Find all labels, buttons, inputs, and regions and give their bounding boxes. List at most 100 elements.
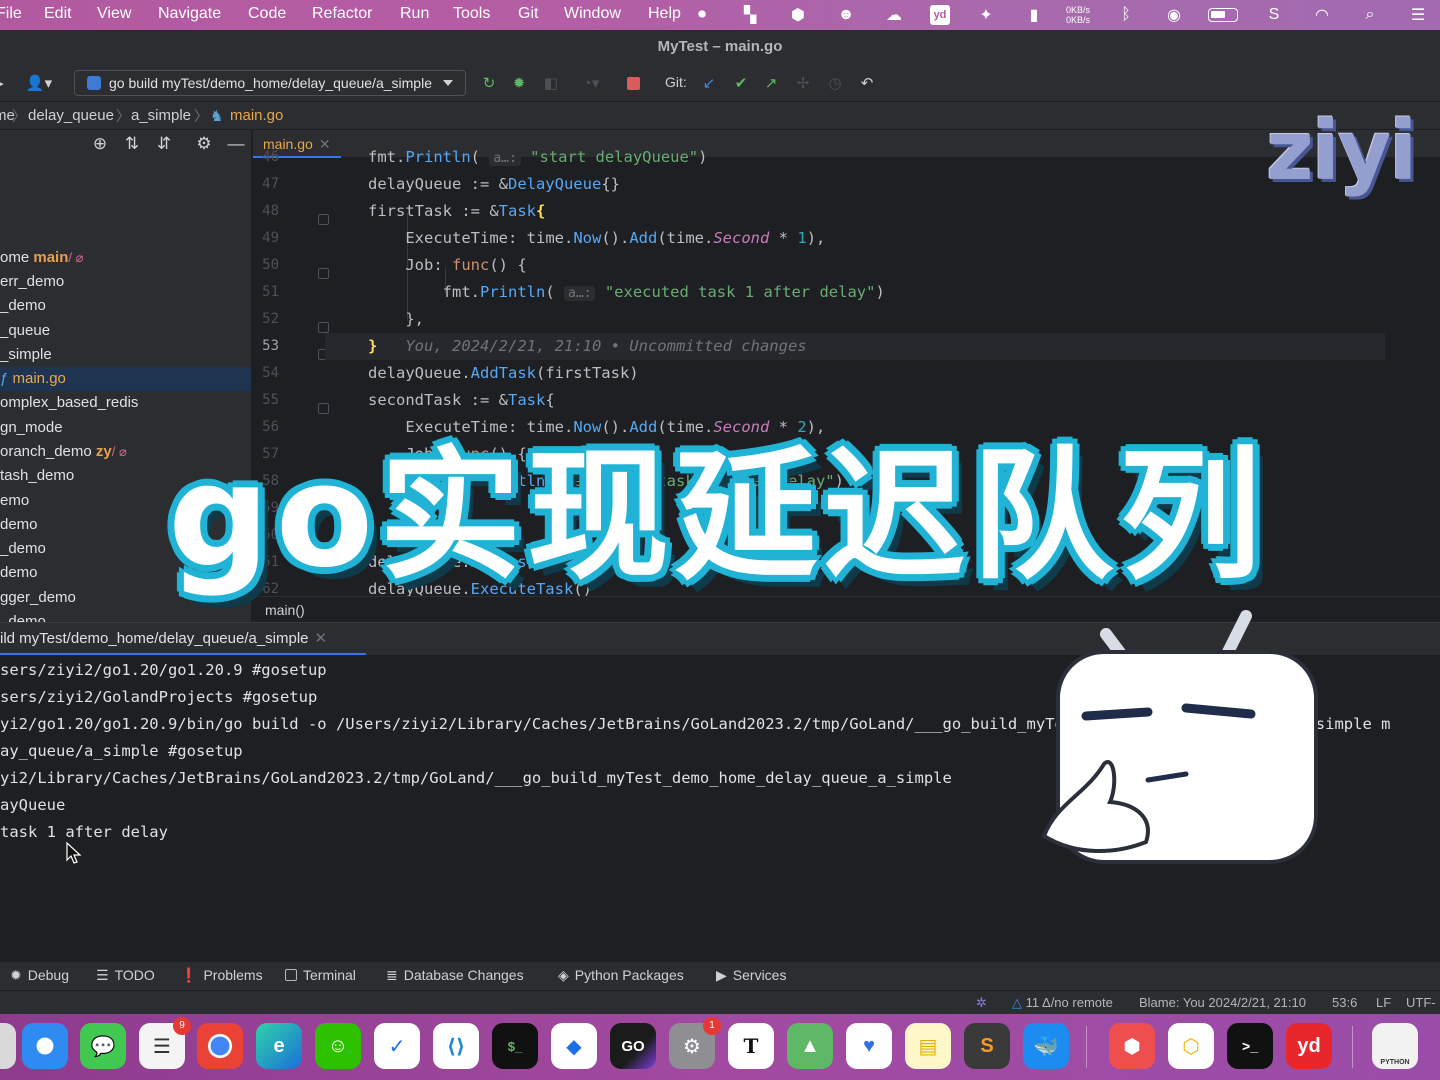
ziyi-watermark: ziyi <box>1266 104 1417 199</box>
sogou-input-icon[interactable]: S <box>1262 4 1286 26</box>
minimize-icon[interactable]: — <box>226 134 246 154</box>
tree-item[interactable]: ome main/ ⌀ <box>0 246 251 270</box>
menu-run[interactable]: Run <box>400 5 429 23</box>
line-number: 47 <box>262 176 279 192</box>
safari-compass-icon[interactable] <box>22 1023 68 1069</box>
dock-separator <box>1086 1026 1087 1068</box>
tree-item[interactable]: _demo <box>0 610 251 622</box>
system-settings-gear-icon[interactable]: ⚙ 1 <box>669 1017 721 1069</box>
breadcrumb-item[interactable]: delay_queue <box>28 107 114 124</box>
goland-icon[interactable]: GO <box>610 1023 656 1069</box>
close-icon[interactable]: ✕ <box>319 136 331 152</box>
tree-item[interactable]: _queue <box>0 319 251 343</box>
profile-icon[interactable]: ◔▾ <box>572 72 610 94</box>
chrome-icon[interactable] <box>197 1023 243 1069</box>
reminders-icon[interactable]: ☰ 9 <box>139 1017 191 1069</box>
messages-bubble-icon[interactable]: 💬 <box>80 1023 126 1069</box>
cloud-icon[interactable]: ☁ <box>882 4 906 26</box>
menu-window[interactable]: Window <box>564 5 621 23</box>
menu-view[interactable]: View <box>97 5 131 23</box>
line-separator[interactable]: LF <box>1376 995 1391 1010</box>
hexagon-app-icon[interactable]: ⬡ <box>1168 1023 1214 1069</box>
chevron-right-icon[interactable]: ▸ <box>0 72 6 94</box>
code-line: Job: func() { <box>368 256 527 274</box>
menu-git[interactable]: Git <box>518 5 538 23</box>
tree-item[interactable]: _demo <box>0 294 251 318</box>
tool-python-packages[interactable]: ◈ Python Packages <box>558 967 684 984</box>
bluetooth-icon[interactable]: ᛒ <box>1114 4 1138 26</box>
python-folder-icon[interactable]: PYTHON <box>1372 1023 1418 1069</box>
menu-refactor[interactable]: Refactor <box>312 5 372 23</box>
breadcrumb-item[interactable]: a_simple <box>131 107 191 124</box>
run-tab[interactable]: ild myTest/demo_home/delay_queue/a_simpl… <box>0 623 366 655</box>
spotlight-search-icon[interactable]: ⌕ <box>1358 4 1382 26</box>
trash-icon[interactable]: ▮ <box>1022 4 1046 26</box>
menu-code[interactable]: Code <box>248 5 286 23</box>
lark-icon[interactable]: ✓ <box>374 1023 420 1069</box>
menu-tools[interactable]: Tools <box>453 5 490 23</box>
coverage-icon[interactable]: ◧ <box>540 72 562 94</box>
vscode-icon[interactable]: ⟨⟩ <box>433 1023 479 1069</box>
notes-icon[interactable]: ▤ <box>905 1023 951 1069</box>
caret-position[interactable]: 53:6 <box>1332 995 1357 1010</box>
tree-item[interactable]: err_demo <box>0 270 251 294</box>
git-annotate-icon[interactable]: ✢ <box>792 72 814 94</box>
expand-all-icon[interactable]: ⇅ <box>122 134 142 154</box>
stop-icon[interactable] <box>622 72 644 94</box>
heart-app-icon[interactable]: ♥ <box>846 1023 892 1069</box>
fish-icon[interactable]: ✦ <box>974 4 998 26</box>
youdao-dict-icon[interactable]: yd <box>1286 1023 1332 1069</box>
git-update-icon[interactable]: ↙ <box>698 72 720 94</box>
collapse-all-icon[interactable]: ⇵ <box>154 134 174 154</box>
terminal-app-icon[interactable]: $_ <box>492 1023 538 1069</box>
git-commit-icon[interactable]: ✔ <box>730 72 752 94</box>
navigator-icon[interactable]: ◆ <box>551 1023 597 1069</box>
user-switch-icon[interactable]: 👤▾ <box>22 72 56 94</box>
tool-problems[interactable]: ❗ Problems <box>180 967 263 984</box>
blame-status[interactable]: Blame: You 2024/2/21, 21:10 <box>1139 995 1306 1010</box>
menu-navigate[interactable]: Navigate <box>158 5 221 23</box>
photos-mountain-icon[interactable]: ▲ <box>787 1023 833 1069</box>
shield-icon[interactable]: ⬢ <box>786 4 810 26</box>
tool-services[interactable]: ▶ Services <box>716 967 786 984</box>
menu-file[interactable]: File <box>0 5 22 23</box>
tool-todo[interactable]: ☰ TODO <box>96 967 155 984</box>
tree-item[interactable]: _simple <box>0 343 251 367</box>
breadcrumb-item[interactable]: main.go <box>230 107 283 124</box>
wifi-icon[interactable]: ◠ <box>1310 4 1334 26</box>
face-icon[interactable]: ☻ <box>834 4 858 26</box>
menu-edit[interactable]: Edit <box>44 5 72 23</box>
tool-debug[interactable]: ✹ Debug <box>10 967 69 984</box>
edge-icon[interactable]: e <box>256 1023 302 1069</box>
close-icon[interactable]: ✕ <box>315 630 328 647</box>
gear-icon[interactable]: ⚙ <box>194 134 214 154</box>
battery-icon[interactable] <box>1208 8 1238 22</box>
stop-circle-icon[interactable]: ⏺ <box>690 4 714 26</box>
terminal-prompt-icon[interactable]: >_ <box>1227 1023 1273 1069</box>
docker-whale-icon[interactable]: 🐳 <box>1023 1023 1069 1069</box>
tree-item-main-go[interactable]: ƒ main.go <box>0 367 251 391</box>
sogou-app-icon[interactable]: ⬢ <box>1109 1023 1155 1069</box>
history-clock-icon[interactable]: ◷ <box>824 72 846 94</box>
user-circle-icon[interactable]: ◉ <box>1162 4 1186 26</box>
run-configuration-selector[interactable]: go build myTest/demo_home/delay_queue/a_… <box>74 70 466 96</box>
tool-terminal[interactable]: Terminal <box>285 967 356 983</box>
control-center-icon[interactable]: ☰ <box>1406 4 1430 26</box>
breadcrumb-separator: 〉 <box>12 108 26 124</box>
typora-icon[interactable]: T <box>728 1023 774 1069</box>
debug-bug-icon[interactable]: ✹ <box>508 72 530 94</box>
database-icon: ≣ <box>386 967 398 983</box>
locate-crosshair-icon[interactable]: ⊕ <box>90 134 110 154</box>
rollback-icon[interactable]: ↶ <box>856 72 878 94</box>
sublime-text-icon[interactable]: S <box>964 1023 1010 1069</box>
file-encoding[interactable]: UTF- <box>1406 995 1436 1010</box>
bookmark-app-icon[interactable]: ▚ <box>738 4 762 26</box>
git-push-icon[interactable]: ↗ <box>760 72 782 94</box>
git-status[interactable]: △ 11 Δ/no remote <box>1012 995 1113 1011</box>
wechat-icon[interactable]: ☺ <box>315 1023 361 1069</box>
dock-app-partial[interactable] <box>0 1023 16 1069</box>
youdao-icon[interactable]: yd <box>929 5 950 25</box>
tool-database-changes[interactable]: ≣ Database Changes <box>386 967 524 984</box>
rerun-icon[interactable]: ↻ <box>478 72 500 94</box>
gear-sync-icon[interactable]: ✲ <box>976 995 987 1011</box>
